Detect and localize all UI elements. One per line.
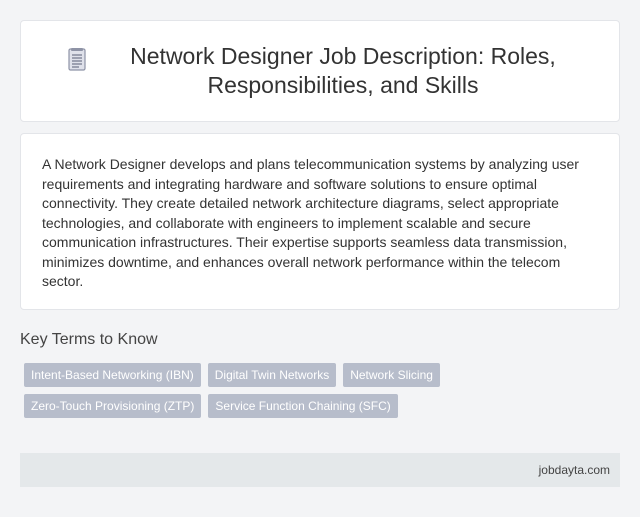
key-term-chip: Service Function Chaining (SFC) <box>208 394 398 418</box>
key-terms-heading: Key Terms to Know <box>20 331 158 348</box>
key-term-chip: Zero-Touch Provisioning (ZTP) <box>24 394 202 418</box>
footer-brand-link[interactable]: jobdayta.com <box>539 463 610 477</box>
header-inner: Network Designer Job Description: Roles,… <box>68 42 572 100</box>
key-term-chip: Network Slicing <box>343 363 440 387</box>
document-icon <box>68 48 86 71</box>
page-title: Network Designer Job Description: Roles,… <box>130 43 556 98</box>
key-term-chip: Digital Twin Networks <box>207 363 337 387</box>
key-terms-row: Zero-Touch Provisioning (ZTP) Service Fu… <box>24 394 464 418</box>
description-card: A Network Designer develops and plans te… <box>20 133 620 310</box>
description-text: A Network Designer develops and plans te… <box>42 156 579 289</box>
header-card: Network Designer Job Description: Roles,… <box>20 20 620 122</box>
key-term-chip: Intent-Based Networking (IBN) <box>24 363 201 387</box>
key-terms-list: Intent-Based Networking (IBN) Digital Tw… <box>24 363 464 425</box>
footer: jobdayta.com <box>20 453 620 487</box>
key-terms-row: Intent-Based Networking (IBN) Digital Tw… <box>24 363 464 387</box>
